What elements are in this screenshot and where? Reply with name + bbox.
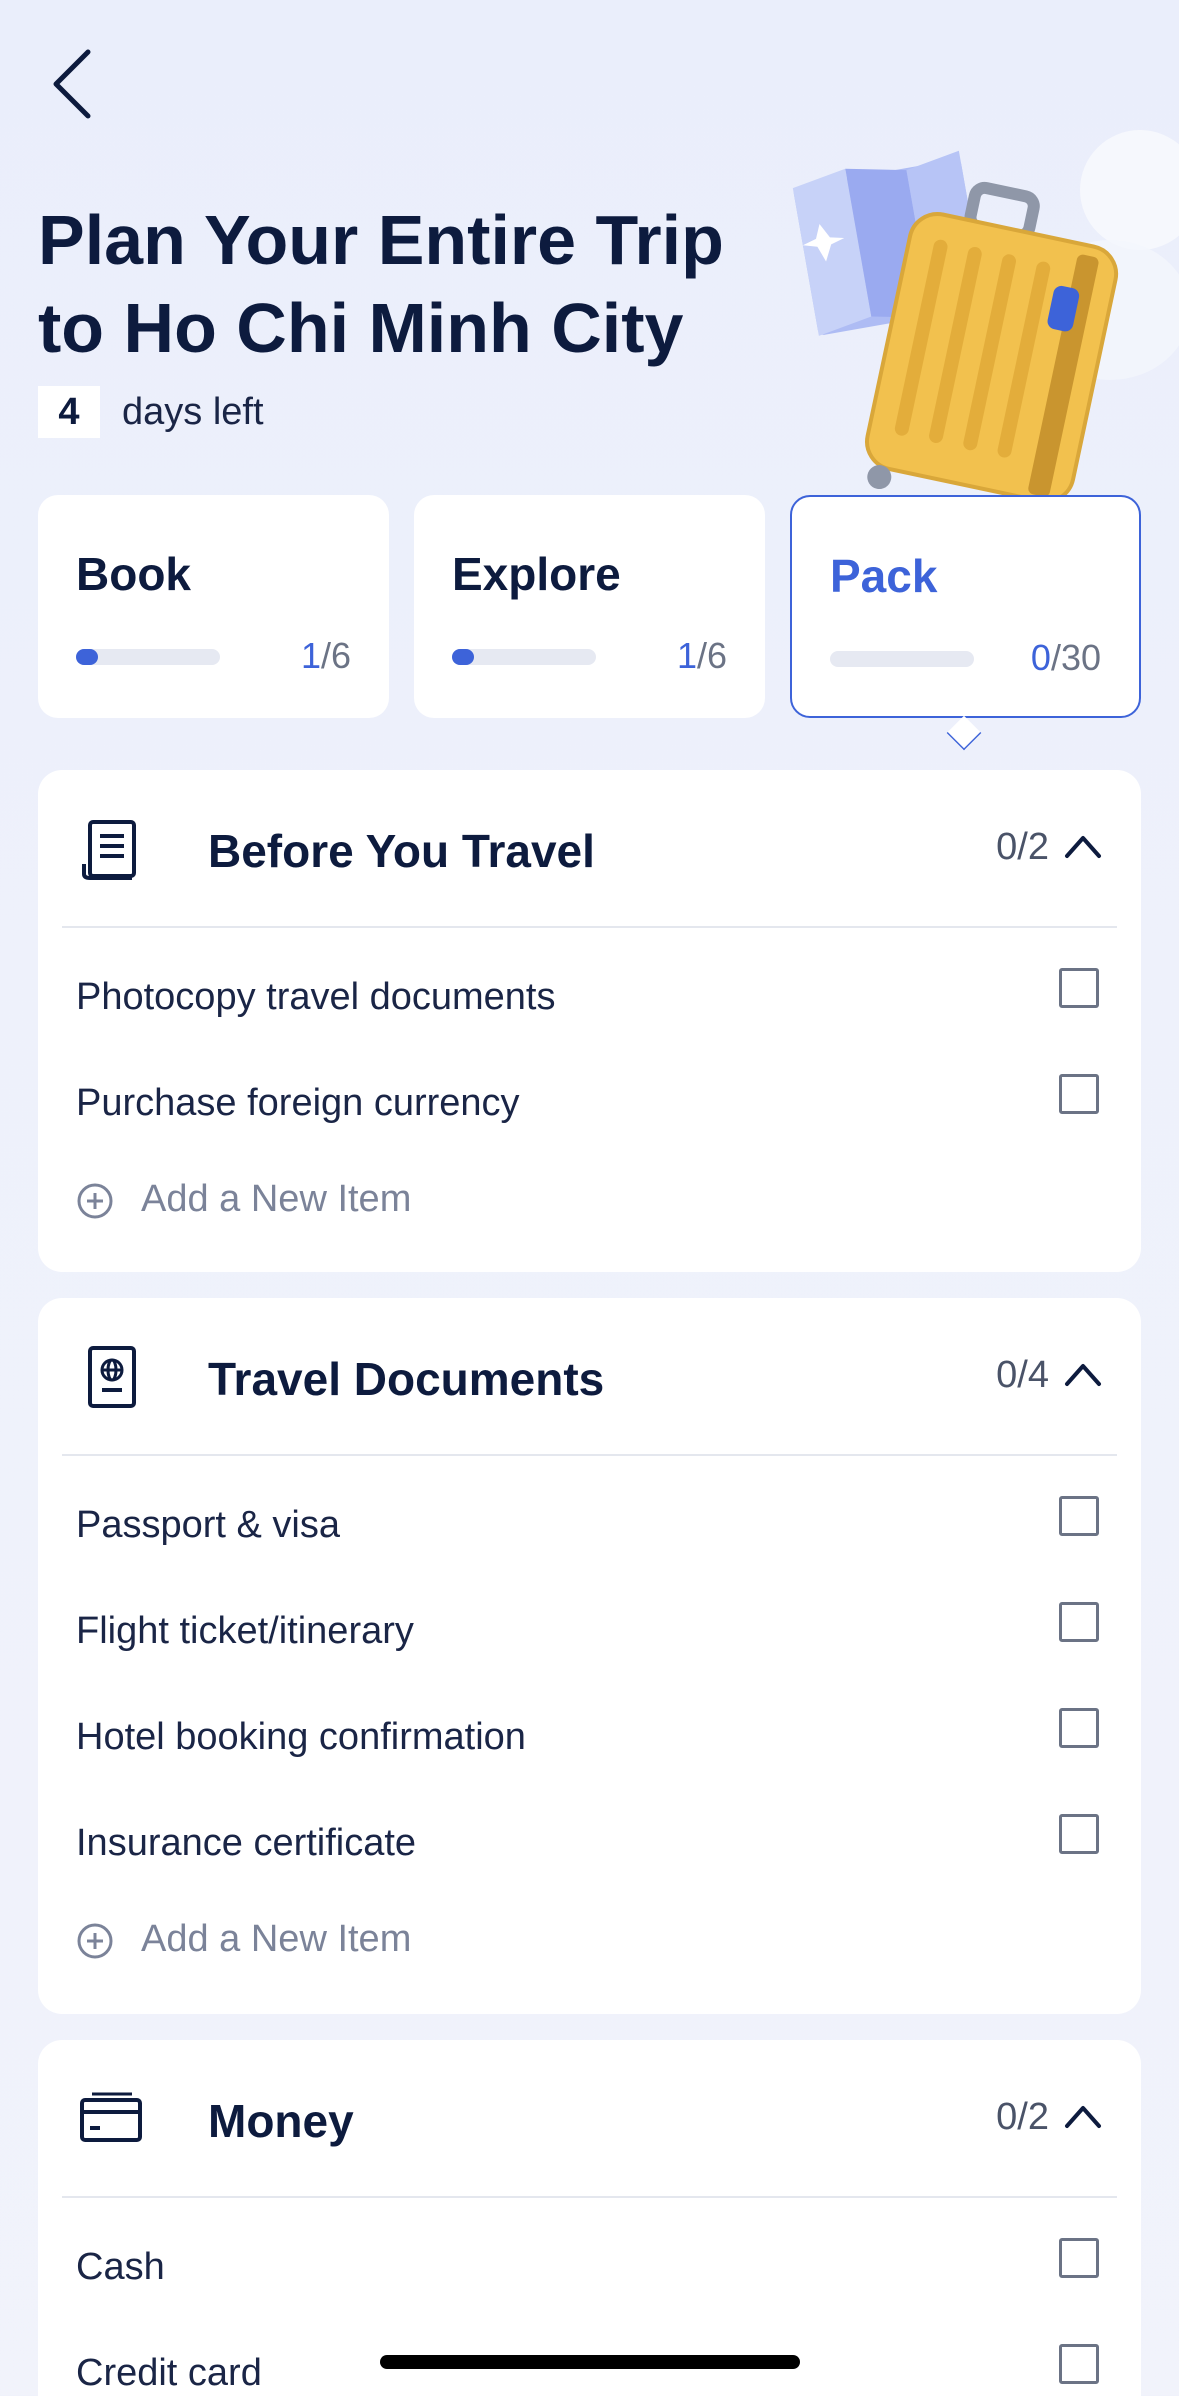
section-title: Before You Travel — [208, 825, 595, 877]
tab-book[interactable]: Book 1/6 — [38, 495, 389, 718]
add-circle-icon — [77, 1183, 113, 1219]
list-item[interactable]: Photocopy travel documents — [38, 944, 1141, 1050]
tab-pack-count: 0/30 — [1030, 637, 1101, 678]
item-label: Passport & visa — [76, 1504, 340, 1546]
item-checkbox[interactable] — [1059, 1708, 1099, 1748]
suitcase-map-illustration — [792, 130, 1179, 500]
list-item[interactable]: Purchase foreign currency — [38, 1050, 1141, 1156]
add-item-button[interactable]: Add a New Item — [38, 1156, 1141, 1256]
item-label: Credit card — [76, 2352, 262, 2394]
list-item[interactable]: Hotel booking confirmation — [38, 1684, 1141, 1790]
credit-card-icon — [80, 2092, 142, 2142]
back-button[interactable] — [44, 44, 104, 124]
list-item[interactable]: Insurance certificate — [38, 1790, 1141, 1896]
list-item[interactable]: Passport & visa — [38, 1472, 1141, 1578]
days-left-count: 4 — [38, 386, 100, 438]
active-tab-pointer — [946, 715, 982, 751]
item-label: Flight ticket/itinerary — [76, 1610, 414, 1652]
item-checkbox[interactable] — [1059, 1814, 1099, 1854]
tab-pack-progress-bar — [830, 651, 974, 667]
section-count: 0/2 — [996, 2096, 1049, 2138]
add-circle-icon — [77, 1923, 113, 1959]
chevron-up-icon[interactable] — [1063, 2102, 1103, 2132]
section-header[interactable]: Before You Travel 0/2 — [62, 770, 1117, 928]
item-checkbox[interactable] — [1059, 968, 1099, 1008]
tab-explore-progress-bar — [452, 649, 596, 665]
passport-icon — [88, 1346, 136, 1408]
add-item-label: Add a New Item — [141, 1918, 412, 1960]
tab-pack-label: Pack — [830, 550, 938, 602]
document-list-icon — [82, 820, 136, 880]
section-header[interactable]: Travel Documents 0/4 — [62, 1298, 1117, 1456]
item-label: Hotel booking confirmation — [76, 1716, 526, 1758]
item-label: Photocopy travel documents — [76, 976, 556, 1018]
page-title-line1: Plan Your Entire Trip — [38, 201, 724, 279]
days-left: 4 days left — [38, 386, 264, 438]
item-checkbox[interactable] — [1059, 2344, 1099, 2384]
add-item-label: Add a New Item — [141, 1178, 412, 1220]
section-title: Travel Documents — [208, 1353, 605, 1405]
tab-book-progress-fill — [76, 649, 98, 665]
item-checkbox[interactable] — [1059, 1496, 1099, 1536]
item-checkbox[interactable] — [1059, 1074, 1099, 1114]
item-label: Insurance certificate — [76, 1822, 417, 1864]
list-item[interactable]: Flight ticket/itinerary — [38, 1578, 1141, 1684]
tab-explore-label: Explore — [452, 548, 621, 600]
tab-explore-progress-fill — [452, 649, 474, 665]
plan-tabs: Book 1/6 Explore 1/6 Pack 0/30 — [38, 495, 1141, 720]
page-title: Plan Your Entire Trip to Ho Chi Minh Cit… — [38, 196, 798, 372]
tab-pack[interactable]: Pack 0/30 — [790, 495, 1141, 718]
section-count: 0/4 — [996, 1354, 1049, 1396]
tab-book-count: 1/6 — [300, 635, 351, 676]
page-title-line2: to Ho Chi Minh City — [38, 289, 684, 367]
chevron-up-icon[interactable] — [1063, 832, 1103, 862]
item-label: Cash — [76, 2246, 165, 2288]
section-money: Money 0/2 Cash Credit card — [38, 2040, 1141, 2396]
section-before-you-travel: Before You Travel 0/2 Photocopy travel d… — [38, 770, 1141, 1272]
chevron-up-icon[interactable] — [1063, 1360, 1103, 1390]
section-header[interactable]: Money 0/2 — [62, 2040, 1117, 2198]
item-label: Purchase foreign currency — [76, 1082, 520, 1124]
tab-book-label: Book — [76, 548, 191, 600]
item-checkbox[interactable] — [1059, 2238, 1099, 2278]
tab-explore[interactable]: Explore 1/6 — [414, 495, 765, 718]
tab-book-progress-bar — [76, 649, 220, 665]
section-title: Money — [208, 2095, 354, 2147]
days-left-label: days left — [122, 390, 264, 433]
add-item-button[interactable]: Add a New Item — [38, 1896, 1141, 1996]
section-count: 0/2 — [996, 826, 1049, 868]
section-travel-documents: Travel Documents 0/4 Passport & visa Fli… — [38, 1298, 1141, 2014]
item-checkbox[interactable] — [1059, 1602, 1099, 1642]
tab-explore-count: 1/6 — [676, 635, 727, 676]
home-indicator[interactable] — [380, 2355, 800, 2369]
list-item[interactable]: Cash — [38, 2214, 1141, 2320]
